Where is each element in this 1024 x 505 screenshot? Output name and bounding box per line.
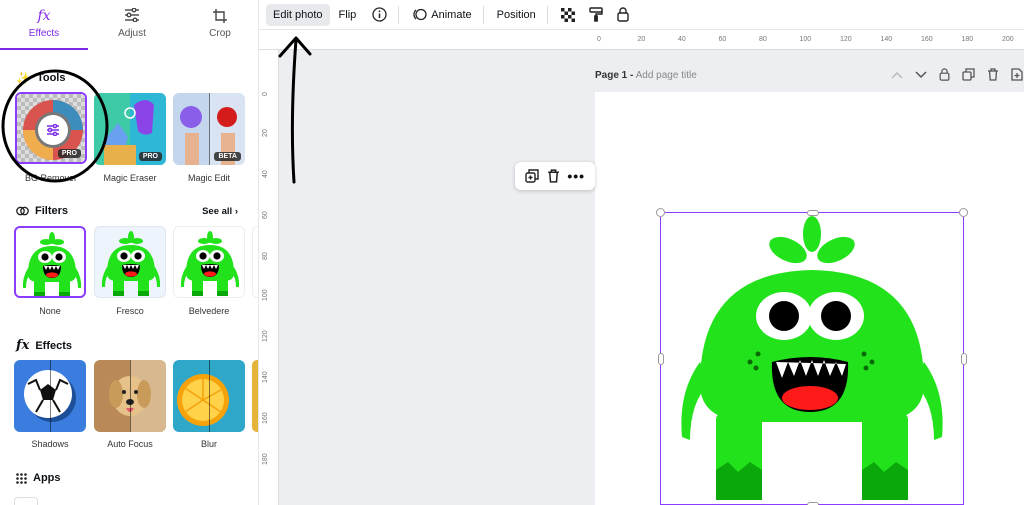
ruler-tick-label: 0 <box>597 36 601 43</box>
filters-heading: Filters <box>16 205 68 217</box>
filter-belvedere[interactable] <box>173 226 245 298</box>
effect-shadows[interactable] <box>14 360 86 432</box>
effect-label: Blur <box>200 439 217 449</box>
position-button[interactable]: Position <box>490 4 543 26</box>
copy-style-button[interactable] <box>582 2 610 27</box>
ruler-tick-label: 180 <box>961 36 974 43</box>
effect-label: Shadows <box>31 439 69 449</box>
ruler-tick-label: 160 <box>921 36 933 43</box>
pro-badge: PRO <box>138 152 162 161</box>
ruler-tick-label: 120 <box>840 36 852 43</box>
page-label: Page 1 - <box>595 70 634 81</box>
ruler-tick-label: 60 <box>262 211 269 219</box>
resize-handle-top-right[interactable] <box>959 208 968 217</box>
selection-frame <box>656 208 968 505</box>
ruler-tick-label: 180 <box>262 453 269 465</box>
lock-icon <box>617 7 629 22</box>
resize-handle-top[interactable] <box>807 209 819 216</box>
effect-blur[interactable] <box>173 360 245 432</box>
ruler-tick-label: 20 <box>262 129 269 137</box>
add-page-icon[interactable] <box>1011 68 1023 81</box>
duplicate-icon[interactable] <box>525 169 539 183</box>
ruler-tick-label: 200 <box>1002 36 1014 43</box>
side-panel: fx Effects Adjust Crop ✨ Tools PRO BG Re… <box>0 0 259 505</box>
ruler-tick-label: 100 <box>262 289 269 301</box>
ruler-tick-label: 40 <box>678 36 686 43</box>
chevron-right-icon: › <box>234 206 238 217</box>
ruler-tick-label: 80 <box>262 252 269 260</box>
chevron-down-icon[interactable] <box>915 70 927 79</box>
filter-label: None <box>39 306 61 316</box>
effects-heading: fx Effects <box>16 338 73 353</box>
filter-fresco[interactable] <box>94 226 166 298</box>
ruler-tick-label: 20 <box>637 36 646 43</box>
filter-next-partial[interactable] <box>252 226 258 298</box>
annotation-arrow <box>278 36 312 184</box>
lock-icon[interactable] <box>939 68 950 81</box>
fx-icon: fx <box>37 8 51 24</box>
more-icon[interactable]: ••• <box>567 168 585 184</box>
ruler-horizontal: 0 20 40 60 80 100 120 140 160 180 200 <box>259 30 1024 50</box>
apps-heading: Apps <box>16 472 61 484</box>
filter-label: Fresco <box>116 306 144 316</box>
trash-icon[interactable] <box>987 68 999 81</box>
resize-handle-top-left[interactable] <box>656 208 665 217</box>
animate-button[interactable]: Animate <box>405 3 478 26</box>
annotation-circle <box>1 69 109 183</box>
ruler-tick-label: 80 <box>759 36 767 43</box>
monster-thumbnail <box>22 232 82 296</box>
tab-crop[interactable]: Crop <box>176 0 258 50</box>
resize-handle-left[interactable] <box>657 353 664 365</box>
resize-handle-right[interactable] <box>960 353 967 365</box>
info-icon <box>372 7 387 22</box>
ruler-tick-label: 100 <box>799 36 812 43</box>
monster-thumbnail <box>180 231 240 296</box>
fx-icon: fx <box>16 338 30 353</box>
tab-adjust[interactable]: Adjust <box>88 0 176 50</box>
ruler-tick-label: 120 <box>262 330 269 342</box>
tool-magic-edit[interactable]: BETA <box>173 93 245 165</box>
monster-thumbnail <box>101 231 161 296</box>
ruler-tick-label: 0 <box>262 92 269 96</box>
animate-icon <box>412 8 427 21</box>
ruler-tick-label: 60 <box>718 36 727 43</box>
filter-label: Belvedere <box>188 306 230 316</box>
tool-label: Magic Edit <box>187 173 231 183</box>
page-header: Page 1 - Add page title <box>595 68 1023 90</box>
filter-none[interactable] <box>14 226 86 298</box>
grid-icon <box>16 472 27 484</box>
see-all-filters-link[interactable]: See all › <box>202 206 238 217</box>
panel-tabs: fx Effects Adjust Crop <box>0 0 258 50</box>
filter-icon <box>16 205 29 217</box>
effect-next-partial[interactable] <box>252 360 258 432</box>
paint-roller-icon <box>589 7 603 22</box>
ruler-tick-label: 40 <box>262 170 269 178</box>
chevron-up-icon[interactable] <box>891 71 903 79</box>
element-float-menu: ••• <box>515 162 595 190</box>
flip-button[interactable]: Flip <box>332 4 364 26</box>
ruler-tick-label: 160 <box>262 412 269 424</box>
crop-icon <box>176 0 258 26</box>
resize-handle-bottom[interactable] <box>807 501 819 505</box>
effect-label: Auto Focus <box>107 439 153 449</box>
beta-badge: BETA <box>214 152 241 161</box>
transparency-button[interactable] <box>554 3 582 27</box>
ruler-tick-label: 140 <box>880 36 893 43</box>
edit-photo-button[interactable]: Edit photo <box>266 3 330 26</box>
tab-effects[interactable]: fx Effects <box>0 0 88 50</box>
page-title-input[interactable]: Add page title <box>636 70 697 81</box>
app-tile-partial[interactable] <box>14 497 38 505</box>
trash-icon[interactable] <box>547 169 560 183</box>
sliders-icon <box>88 0 176 26</box>
context-toolbar: Edit photo Flip Animate Position <box>259 0 1024 30</box>
transparency-icon <box>560 7 575 22</box>
duplicate-page-icon[interactable] <box>962 68 975 81</box>
effect-auto-focus[interactable] <box>94 360 166 432</box>
lock-button[interactable] <box>610 2 636 27</box>
ruler-tick-label: 140 <box>262 371 269 383</box>
info-button[interactable] <box>365 2 394 27</box>
